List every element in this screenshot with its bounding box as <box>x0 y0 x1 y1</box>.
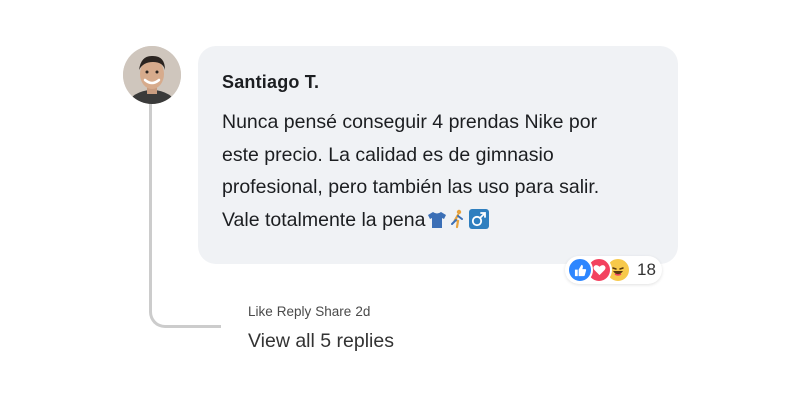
comment-thread: Santiago T. Nunca pensé conseguir 4 pren… <box>0 0 800 400</box>
share-link[interactable]: Share <box>315 304 351 319</box>
like-icon <box>567 257 593 283</box>
like-link[interactable]: Like <box>248 304 273 319</box>
comment-line: Nunca pensé conseguir 4 prendas Nike por <box>222 111 598 133</box>
reply-link[interactable]: Reply <box>277 304 312 319</box>
reaction-count: 18 <box>637 260 656 279</box>
male-sign-emoji-icon <box>469 207 490 240</box>
runner-emoji-icon <box>449 207 467 240</box>
comment-author[interactable]: Santiago T. <box>222 70 654 94</box>
comment-bubble: Santiago T. Nunca pensé conseguir 4 pren… <box>198 46 678 264</box>
reactions-summary[interactable]: 18 <box>565 256 662 284</box>
comment-line: este precio. La calidad es de gimnasio <box>222 143 554 166</box>
comment-timestamp[interactable]: 2d <box>355 304 370 319</box>
view-all-replies-link[interactable]: View all 5 replies <box>248 330 394 353</box>
avatar-photo-icon <box>123 46 181 104</box>
avatar[interactable] <box>123 46 181 104</box>
comment-actions: Like Reply Share 2d <box>248 304 370 319</box>
comment-line-last: Vale totalmente la pena <box>222 204 654 240</box>
comment-line: Vale totalmente la pena <box>222 208 426 231</box>
comment-line: profesional, pero también las uso para s… <box>222 176 600 198</box>
tshirt-emoji-icon <box>427 207 447 240</box>
comment-body: Nunca pensé conseguir 4 prendas Nike por… <box>222 106 654 239</box>
